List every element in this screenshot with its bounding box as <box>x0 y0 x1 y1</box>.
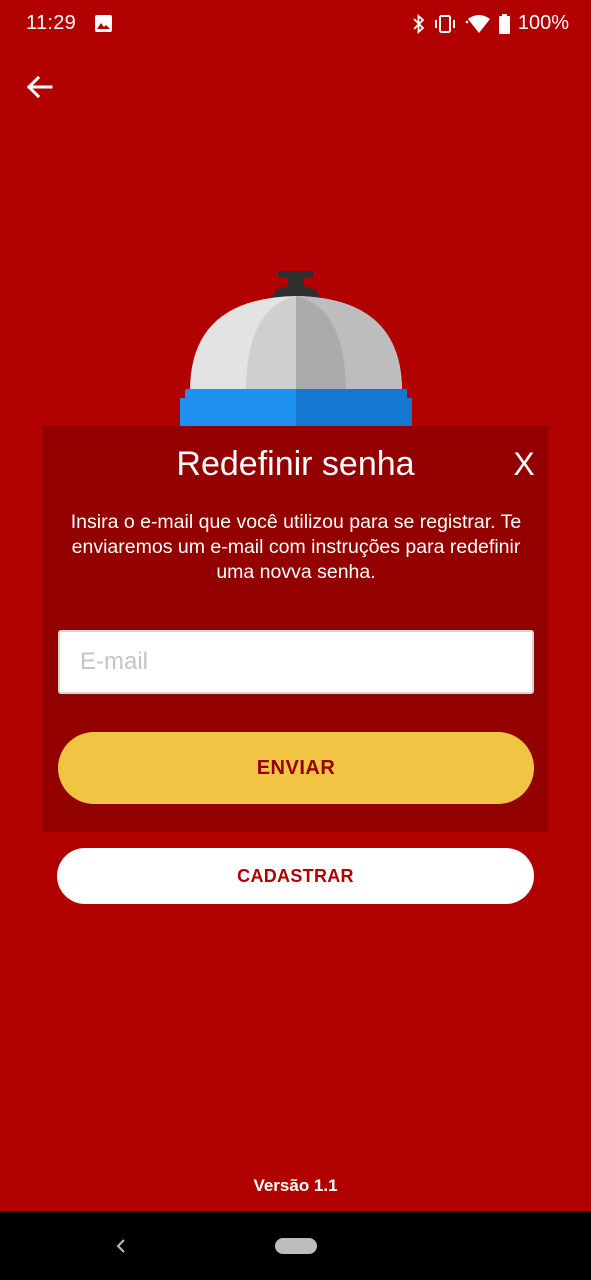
back-button[interactable] <box>20 68 58 106</box>
dialog-title: Redefinir senha <box>176 445 415 483</box>
wifi-icon <box>465 14 490 33</box>
email-field[interactable] <box>58 630 534 694</box>
status-time: 11:29 <box>26 12 77 34</box>
send-button[interactable]: ENVIAR <box>58 732 534 804</box>
battery-icon <box>498 13 510 34</box>
version-label: Versão 1.1 <box>253 1176 338 1195</box>
battery-percent: 100% <box>517 12 569 34</box>
chevron-left-icon[interactable] <box>108 1233 134 1259</box>
image-icon <box>95 15 112 32</box>
close-button[interactable]: X <box>508 446 540 486</box>
service-bell-icon <box>180 271 412 426</box>
vibrate-icon <box>434 14 455 33</box>
dialog-message: Insira o e-mail que você utilizou para s… <box>70 511 522 583</box>
status-icons: 100% <box>413 12 569 35</box>
register-button[interactable]: CADASTRAR <box>57 848 534 904</box>
bluetooth-icon <box>413 13 425 34</box>
arrow-left-icon <box>26 75 53 99</box>
home-pill-icon[interactable] <box>275 1238 317 1254</box>
navigation-bar <box>0 1211 591 1280</box>
status-bar: 11:29 100% <box>0 0 591 50</box>
